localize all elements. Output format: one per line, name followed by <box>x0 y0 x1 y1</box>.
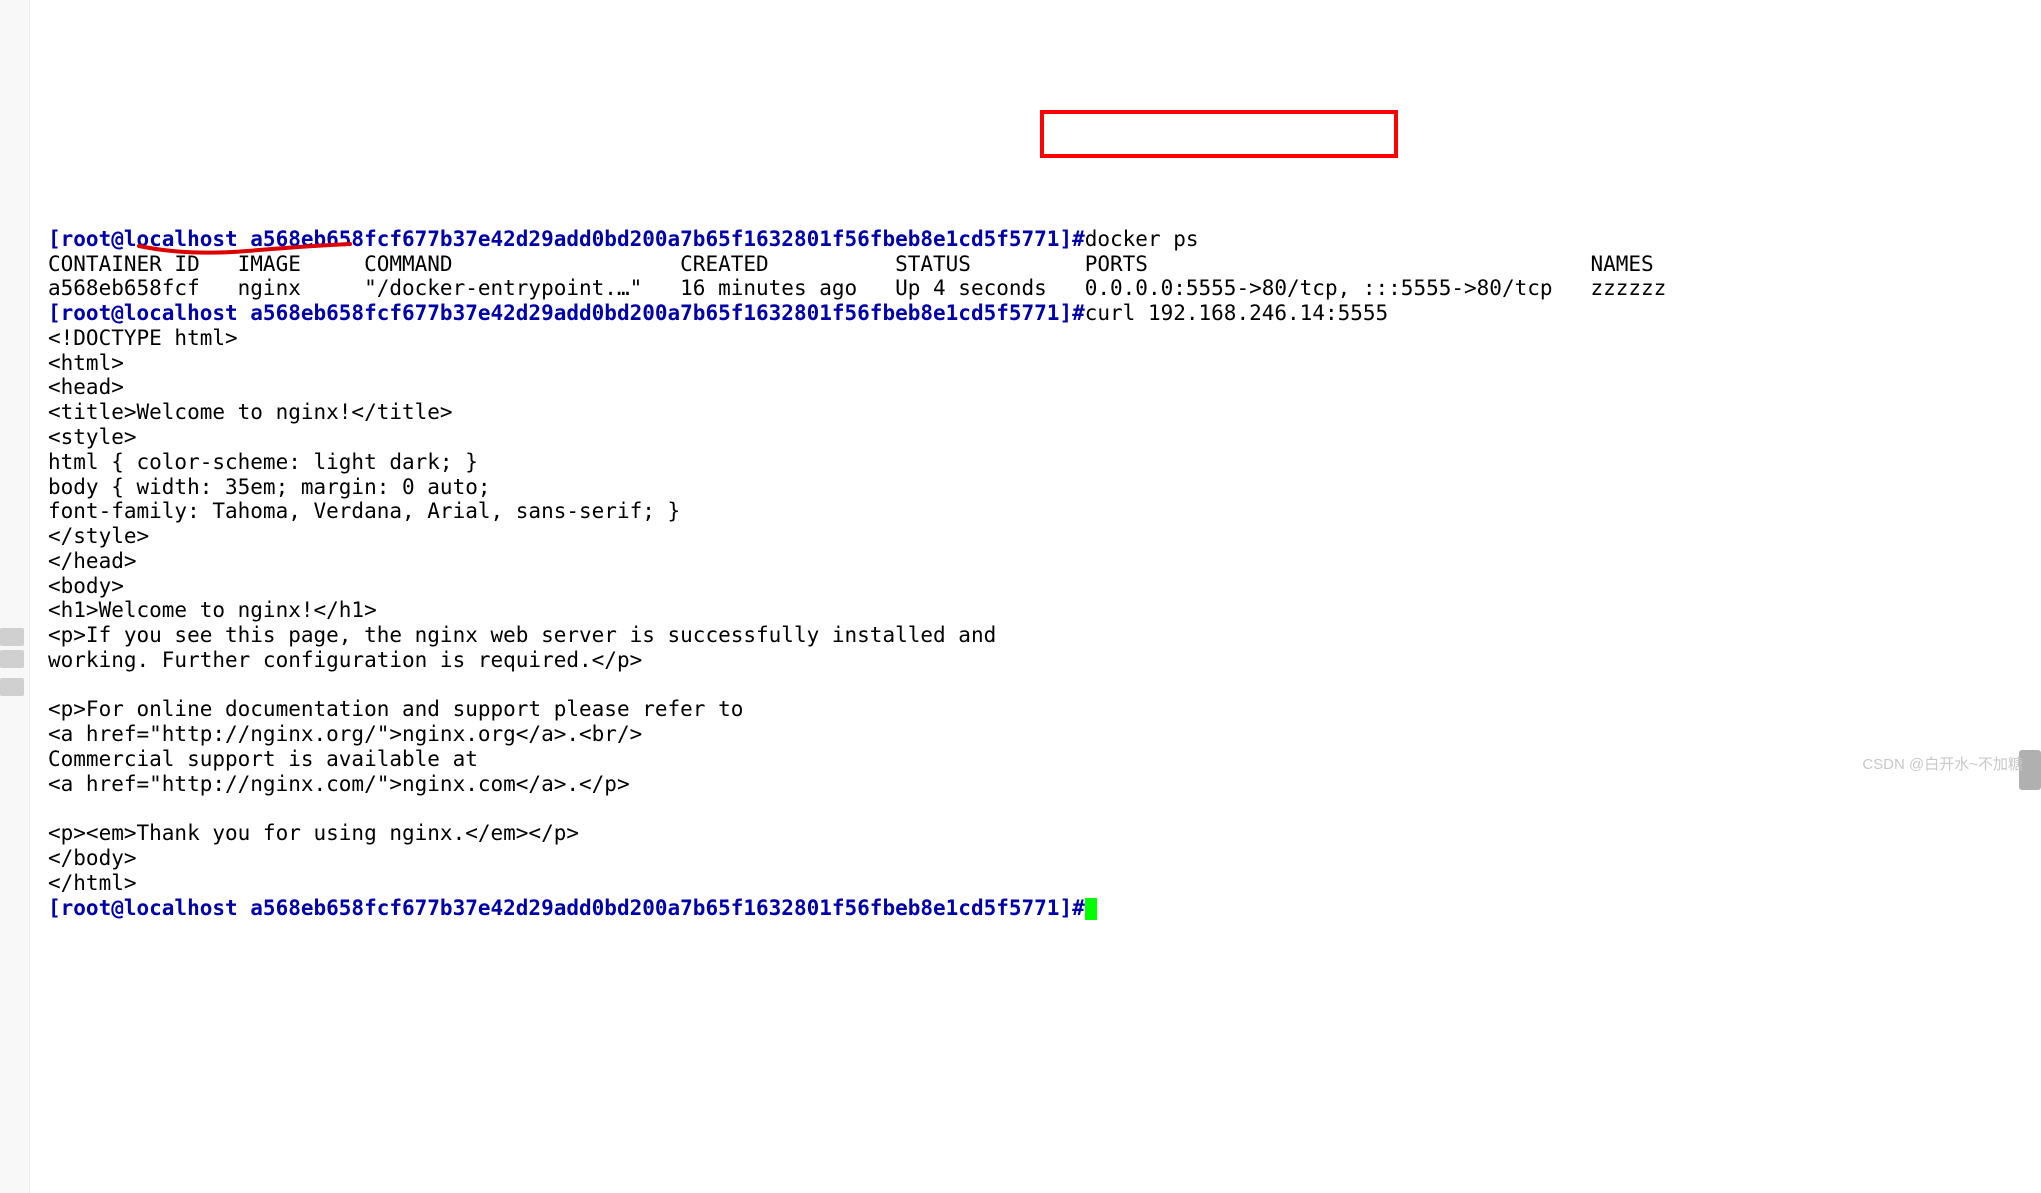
curl-output-line: <a href="http://nginx.org/">nginx.org</a… <box>48 722 642 746</box>
editor-left-gutter <box>0 0 30 1193</box>
terminal-cursor <box>1085 898 1097 920</box>
curl-output-line: <title>Welcome to nginx!</title> <box>48 400 453 424</box>
curl-output-line: <p>If you see this page, the nginx web s… <box>48 623 996 647</box>
curl-output-line: body { width: 35em; margin: 0 auto; <box>48 475 491 499</box>
command-text: curl 192.168.246.14:5555 <box>1085 301 1388 325</box>
curl-output-line: font-family: Tahoma, Verdana, Arial, san… <box>48 499 680 523</box>
curl-output-line: <p><em>Thank you for using nginx.</em></… <box>48 821 579 845</box>
curl-output-line: </head> <box>48 549 137 573</box>
gutter-mark <box>0 650 24 668</box>
command-text: docker ps <box>1085 227 1199 251</box>
docker-ps-row: a568eb658fcf nginx "/docker-entrypoint.…… <box>48 276 1666 300</box>
terminal-output[interactable]: [root@localhost a568eb658fcf677b37e42d29… <box>0 202 2041 920</box>
gutter-mark <box>0 678 24 696</box>
annotation-red-box <box>1040 110 1398 158</box>
gutter-mark <box>0 628 24 646</box>
watermark-text: CSDN @白开水~不加糖 <box>1862 756 2023 774</box>
curl-output-line: Commercial support is available at <box>48 747 478 771</box>
curl-output-line: working. Further configuration is requir… <box>48 648 642 672</box>
curl-output-line: <!DOCTYPE html> <box>48 326 238 350</box>
curl-output-line: <a href="http://nginx.com/">nginx.com</a… <box>48 772 630 796</box>
curl-output-line: </html> <box>48 871 137 895</box>
curl-output-line: <style> <box>48 425 137 449</box>
curl-output-line: </style> <box>48 524 149 548</box>
curl-output-line: <h1>Welcome to nginx!</h1> <box>48 598 377 622</box>
shell-prompt: [root@localhost a568eb658fcf677b37e42d29… <box>48 301 1085 325</box>
curl-output-line: <html> <box>48 351 124 375</box>
curl-output-line: html { color-scheme: light dark; } <box>48 450 478 474</box>
docker-ps-header: CONTAINER ID IMAGE COMMAND CREATED STATU… <box>48 252 1654 276</box>
shell-prompt: [root@localhost a568eb658fcf677b37e42d29… <box>48 227 1085 251</box>
shell-prompt: [root@localhost a568eb658fcf677b37e42d29… <box>48 896 1085 920</box>
curl-output-line: <body> <box>48 574 124 598</box>
curl-output-line: </body> <box>48 846 137 870</box>
curl-output-line: <p>For online documentation and support … <box>48 697 743 721</box>
curl-output-line: <head> <box>48 375 124 399</box>
